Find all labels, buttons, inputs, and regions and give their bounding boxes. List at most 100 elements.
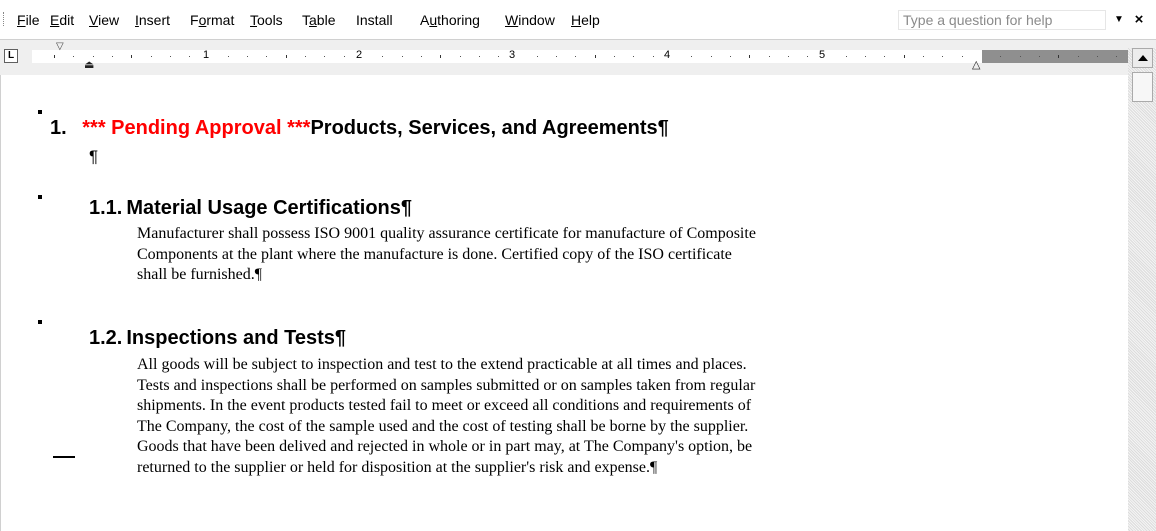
ruler-tick	[1000, 56, 1002, 57]
scrollbar-track[interactable]	[1128, 48, 1156, 531]
ruler-tick	[865, 56, 867, 57]
text-line: returned to the supplier or held for dis…	[137, 458, 658, 476]
text-line: Manufacturer shall possess ISO 9001 qual…	[137, 225, 756, 242]
menu-window[interactable]: Window	[505, 11, 555, 29]
ruler-tick	[768, 56, 770, 57]
heading-number: 1.1.	[89, 197, 123, 219]
ruler-tick	[420, 56, 422, 57]
ruler-number: 4	[663, 49, 671, 61]
ruler-tick	[169, 56, 171, 57]
ruler-tick	[189, 56, 191, 57]
keep-with-next-mark	[38, 320, 42, 324]
text-line: Goods that have been delived and rejecte…	[137, 438, 753, 455]
ruler-number: 1	[202, 49, 210, 61]
text-line: All goods will be subject to inspection …	[137, 356, 747, 373]
ruler-tick	[903, 55, 905, 58]
heading-2-inspections: 1.2. Inspections and Tests¶	[89, 326, 346, 350]
toolbar-grip[interactable]	[3, 12, 6, 26]
ruler-tick	[1077, 56, 1079, 57]
paragraph-material-usage: Manufacturer shall possess ISO 9001 qual…	[137, 224, 987, 286]
document-page[interactable]: 1. *** Pending Approval ***Products, Ser…	[0, 75, 1128, 531]
ruler-tick	[691, 56, 693, 57]
menu-authoring[interactable]: Authoring	[420, 11, 480, 29]
ruler-number: 3	[508, 49, 516, 61]
right-indent-marker-icon[interactable]: △	[972, 59, 984, 71]
scroll-thumb[interactable]	[1132, 72, 1153, 102]
hanging-indent-marker-icon[interactable]: ⏏	[84, 59, 96, 71]
scroll-up-button[interactable]	[1132, 48, 1153, 68]
heading-title: Products, Services, and Agreements¶	[310, 117, 669, 139]
menu-edit[interactable]: Edit	[50, 11, 74, 29]
ruler-tick	[150, 56, 152, 57]
heading-2-material-usage: 1.1. Material Usage Certifications¶	[89, 196, 412, 220]
menu-format[interactable]: Format	[190, 11, 234, 29]
ruler-tick	[1058, 55, 1060, 58]
ruler-band[interactable]: 1 2 3 4 5	[32, 49, 1136, 63]
document-left-edge	[0, 75, 1, 531]
ruler-tick	[54, 55, 55, 58]
ruler-tick	[131, 55, 133, 58]
ruler-tick	[92, 56, 94, 57]
ruler-tick	[633, 56, 635, 57]
ruler-tick	[285, 55, 287, 58]
ruler-tick	[305, 56, 307, 57]
ruler-tick	[227, 56, 229, 57]
ruler-tick	[884, 56, 886, 57]
ruler-tick	[401, 56, 403, 57]
menu-insert[interactable]: Insert	[135, 11, 170, 29]
keep-with-next-mark	[38, 195, 42, 199]
menu-bar: File Edit View Insert Format Tools Table…	[0, 0, 1156, 40]
first-line-indent-marker-icon[interactable]: ▽	[56, 42, 66, 52]
ruler-tick	[536, 56, 538, 57]
ruler-tick	[343, 56, 345, 57]
ask-dropdown-icon[interactable]: ▼	[1112, 11, 1126, 29]
text-line: Components at the plant where the manufa…	[137, 245, 732, 263]
heading-number: 1.2.	[89, 327, 123, 349]
ruler-tick	[1019, 56, 1021, 57]
text-line: shipments. In the event products tested …	[137, 397, 752, 414]
ruler-tick	[807, 56, 809, 57]
ruler-tick	[1096, 56, 1098, 57]
ruler-tick	[459, 56, 461, 57]
menu-help[interactable]: Help	[571, 11, 600, 29]
menu-file[interactable]: File	[17, 11, 40, 29]
text-line: shall be furnished.¶	[137, 266, 262, 283]
tab-selector-icon[interactable]: L	[4, 49, 18, 63]
ruler-tick	[845, 56, 847, 57]
ruler-tick	[111, 56, 113, 57]
ruler-tick	[942, 56, 944, 57]
ask-question-input[interactable]: Type a question for help	[898, 10, 1106, 30]
ruler-number: 2	[355, 49, 363, 61]
heading-title: Inspections and Tests¶	[126, 327, 347, 349]
ruler-tick	[749, 55, 751, 58]
up-arrow-icon	[1138, 55, 1148, 61]
ruler-tick	[961, 56, 963, 57]
vertical-scrollbar[interactable]	[1128, 48, 1156, 531]
ruler-tick	[324, 56, 326, 57]
ruler-tick	[556, 56, 558, 57]
menu-table[interactable]: Table	[302, 11, 335, 29]
ruler-tick	[1116, 56, 1118, 57]
ruler-tick	[498, 56, 500, 57]
ruler-tick	[247, 56, 249, 57]
text-line: Tests and inspections shall be performed…	[137, 376, 756, 394]
heading-title: Material Usage Certifications¶	[126, 197, 413, 219]
menu-tools[interactable]: Tools	[250, 11, 283, 29]
ruler-tick	[266, 56, 268, 57]
horizontal-ruler[interactable]: L 1 2 3 4 5 ▽ ⏏ △	[0, 40, 1156, 75]
heading-number: 1.	[50, 117, 67, 139]
paragraph-inspections: All goods will be subject to inspection …	[137, 355, 987, 478]
ruler-tick	[614, 56, 616, 57]
ruler-tick	[73, 56, 75, 57]
pending-approval-label: *** Pending Approval ***	[82, 117, 311, 139]
ruler-tick	[440, 55, 442, 58]
menu-install[interactable]: Install	[356, 11, 393, 29]
ruler-tick	[1038, 56, 1040, 57]
ruler-tick	[710, 56, 712, 57]
ruler-tick	[787, 56, 789, 57]
ruler-tick	[652, 56, 654, 57]
close-document-icon[interactable]: ×	[1130, 10, 1148, 30]
end-of-document-marker	[53, 456, 75, 458]
menu-view[interactable]: View	[89, 11, 119, 29]
ruler-tick	[594, 55, 596, 58]
